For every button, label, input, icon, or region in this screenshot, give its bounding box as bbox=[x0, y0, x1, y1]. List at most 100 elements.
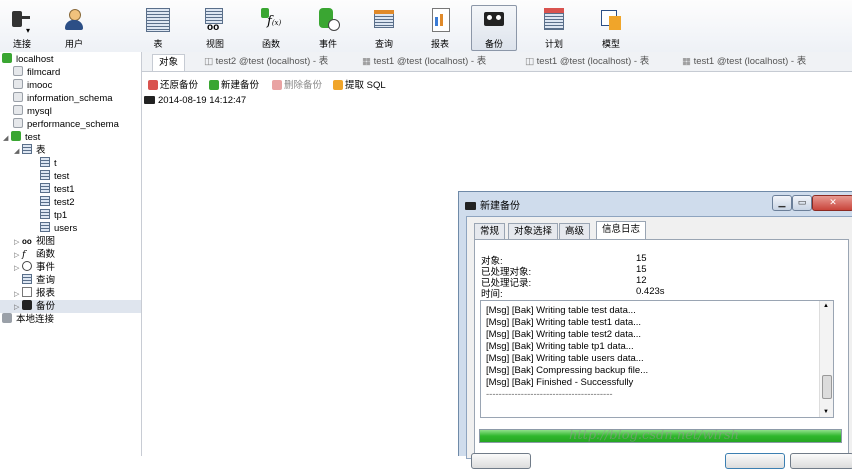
minimize-button[interactable]: ▁ bbox=[772, 195, 792, 211]
backup-button[interactable]: 备份 bbox=[471, 5, 517, 51]
view-icon: oo bbox=[203, 8, 227, 33]
extract-icon bbox=[333, 80, 343, 91]
tables-group-node[interactable]: ◢ 表 bbox=[14, 144, 46, 157]
table-tab-icon: ▦ bbox=[682, 56, 694, 67]
scroll-down-icon[interactable]: ▼ bbox=[823, 409, 829, 415]
view-button[interactable]: oo 视图 bbox=[193, 6, 237, 50]
tab-table[interactable]: ▦ test1 @test (localhost) - 表 bbox=[682, 54, 806, 70]
event-icon bbox=[22, 261, 32, 272]
stat-time-label: 时间: bbox=[481, 289, 503, 300]
restore-icon bbox=[148, 80, 158, 91]
table-icon bbox=[146, 8, 170, 32]
maximize-button[interactable]: ▭ bbox=[792, 195, 812, 211]
schedule-button[interactable]: 计划 bbox=[532, 6, 576, 50]
delete-icon bbox=[272, 80, 282, 91]
report-icon bbox=[428, 8, 452, 32]
table-node[interactable]: test bbox=[40, 170, 69, 183]
views-group-node[interactable]: ▷ oo 视图 bbox=[14, 235, 55, 248]
maximize-icon: ▭ bbox=[797, 197, 807, 207]
database-node[interactable]: information_schema bbox=[13, 92, 113, 105]
tab-query[interactable]: ◫ test1 @test (localhost) - 表 bbox=[525, 54, 649, 70]
table-node[interactable]: users bbox=[40, 222, 77, 235]
database-node[interactable]: imooc bbox=[13, 79, 52, 92]
tab-message-log[interactable]: 信息日志 bbox=[596, 221, 647, 240]
connection-icon bbox=[2, 53, 12, 64]
user-button[interactable]: 用户 bbox=[52, 6, 96, 50]
database-icon bbox=[11, 131, 21, 142]
table-node[interactable]: test1 bbox=[40, 183, 75, 196]
events-group-node[interactable]: ▷ 事件 bbox=[14, 261, 55, 274]
report-button[interactable]: 报表 bbox=[418, 6, 462, 50]
close-button[interactable]: ✕ bbox=[812, 195, 852, 211]
reports-group-node[interactable]: ▷ 报表 bbox=[14, 287, 55, 300]
backups-group-node[interactable]: ▷ 备份 bbox=[0, 300, 141, 313]
dialog-close-button[interactable] bbox=[790, 453, 852, 469]
log-scrollbar[interactable]: ▲ ▼ bbox=[819, 301, 833, 417]
database-icon bbox=[13, 105, 23, 116]
database-node-active[interactable]: ◢ test bbox=[3, 131, 40, 144]
backup-icon bbox=[482, 8, 506, 32]
calendar-icon bbox=[542, 8, 566, 32]
database-node[interactable]: mysql bbox=[13, 105, 52, 118]
function-button[interactable]: f(x) 函数 bbox=[249, 6, 293, 50]
table-node[interactable]: test2 bbox=[40, 196, 75, 209]
log-line: [Msg] [Bak] Writing table test1 data... bbox=[486, 317, 642, 328]
connection-node[interactable]: localhost bbox=[2, 53, 54, 66]
table-icon bbox=[40, 170, 50, 181]
view-icon: oo bbox=[22, 237, 32, 247]
query-icon bbox=[22, 274, 32, 285]
main-toolbar: ▾ 连接 用户 表 oo 视图 f(x) 函数 事件 查询 报表 备份 计划 模… bbox=[0, 0, 852, 53]
tab-table[interactable]: ▦ test1 @test (localhost) - 表 bbox=[362, 54, 486, 70]
close-icon: ✕ bbox=[829, 197, 837, 207]
table-node[interactable]: tp1 bbox=[40, 209, 67, 222]
dialog-ok-button[interactable] bbox=[725, 453, 785, 469]
log-line: [Msg] [Bak] Writing table tp1 data... bbox=[486, 341, 634, 352]
query-tab-icon: ◫ bbox=[204, 56, 216, 67]
query-button[interactable]: 查询 bbox=[362, 6, 406, 50]
table-icon bbox=[40, 196, 50, 207]
functions-group-node[interactable]: ▷ f 函数 bbox=[14, 248, 55, 261]
scroll-up-icon[interactable]: ▲ bbox=[823, 303, 829, 309]
backup-icon bbox=[144, 96, 155, 105]
connection-icon bbox=[2, 313, 12, 324]
table-icon bbox=[22, 144, 32, 155]
model-button[interactable]: 模型 bbox=[589, 6, 633, 50]
query-tab-icon: ◫ bbox=[525, 56, 537, 67]
database-icon bbox=[13, 66, 23, 77]
new-backup-button[interactable]: 新建备份 bbox=[209, 77, 259, 91]
add-icon bbox=[209, 80, 219, 91]
extract-sql-button[interactable]: 提取 SQL bbox=[333, 77, 386, 91]
delete-backup-button[interactable]: 删除备份 bbox=[272, 77, 322, 91]
tab-objects[interactable]: 对象 bbox=[152, 54, 186, 71]
queries-group-node[interactable]: 查询 bbox=[22, 274, 55, 287]
table-icon bbox=[40, 157, 50, 168]
table-node[interactable]: t bbox=[40, 157, 57, 170]
dialog-left-button[interactable] bbox=[471, 453, 531, 469]
stat-processed-records-value: 12 bbox=[636, 275, 647, 286]
tab-query[interactable]: ◫ test2 @test (localhost) - 表 bbox=[204, 54, 328, 70]
tab-object-selection[interactable]: 对象选择 bbox=[508, 223, 559, 239]
model-icon bbox=[599, 8, 623, 32]
log-textarea[interactable]: [Msg] [Bak] Writing table test data... [… bbox=[480, 300, 834, 418]
scroll-thumb[interactable] bbox=[822, 375, 832, 399]
tab-advanced[interactable]: 高级 bbox=[559, 223, 591, 239]
table-button[interactable]: 表 bbox=[136, 6, 180, 50]
function-icon: f bbox=[22, 249, 26, 261]
database-icon bbox=[13, 79, 23, 90]
restore-backup-button[interactable]: 还原备份 bbox=[148, 77, 198, 91]
table-tab-icon: ▦ bbox=[362, 56, 374, 67]
database-node[interactable]: filmcard bbox=[13, 66, 60, 79]
backup-list-item[interactable]: 2014-08-19 14:12:47 bbox=[144, 95, 246, 106]
event-button[interactable]: 事件 bbox=[306, 6, 350, 50]
database-icon bbox=[13, 118, 23, 129]
event-icon bbox=[316, 8, 340, 32]
database-node[interactable]: performance_schema bbox=[13, 118, 119, 131]
connection-button[interactable]: ▾ 连接 bbox=[0, 6, 44, 50]
collapsed-arrow-icon: ▷ bbox=[14, 265, 20, 272]
stat-objects-value: 15 bbox=[636, 253, 647, 264]
dialog-title: 新建备份 bbox=[465, 197, 520, 212]
log-line: ---------------------------------------- bbox=[486, 389, 613, 400]
backup-icon bbox=[465, 202, 476, 211]
local-connection-node[interactable]: 本地连接 bbox=[2, 313, 54, 326]
tab-general[interactable]: 常规 bbox=[474, 223, 506, 239]
